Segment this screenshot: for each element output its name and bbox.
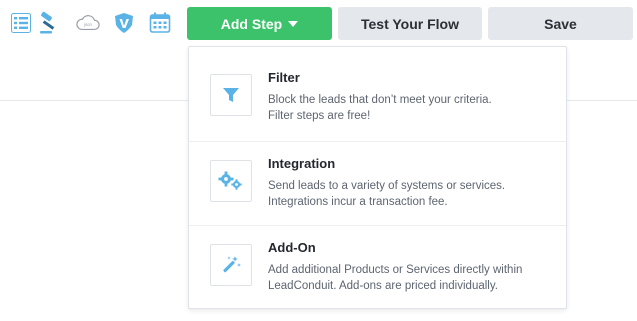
menu-item-title: Integration [268,156,336,171]
add-step-label: Add Step [220,15,283,32]
menu-item-filter[interactable]: Filter Block the leads that don’t meet y… [189,56,566,140]
list-icon[interactable] [9,10,33,36]
test-your-flow-button[interactable]: Test Your Flow [338,7,482,40]
calendar-icon[interactable] [148,10,172,36]
menu-item-add-on[interactable]: Add-On Add additional Products or Servic… [189,226,566,310]
funnel-icon [210,74,252,116]
menu-item-title: Filter [268,70,300,85]
svg-text:json: json [83,22,92,27]
gavel-icon[interactable] [38,10,62,36]
add-step-dropdown-menu: Filter Block the leads that don’t meet y… [188,46,567,309]
magic-wand-icon [210,244,252,286]
gears-icon [210,160,252,202]
caret-down-icon [288,20,299,27]
add-step-button[interactable]: Add Step [187,7,332,40]
menu-item-title: Add-On [268,240,316,255]
menu-item-description: Send leads to a variety of systems or se… [268,180,506,208]
save-button[interactable]: Save [488,7,633,40]
menu-item-integration[interactable]: Integration Send leads to a variety of s… [189,142,566,226]
vimeo-icon[interactable] [112,10,136,36]
toolbar: json Add Step Test Your Flow Save [0,0,637,46]
menu-item-description: Add additional Products or Services dire… [268,264,523,292]
menu-item-description: Block the leads that don’t meet your cri… [268,94,492,122]
cloud-icon[interactable]: json [76,10,100,36]
